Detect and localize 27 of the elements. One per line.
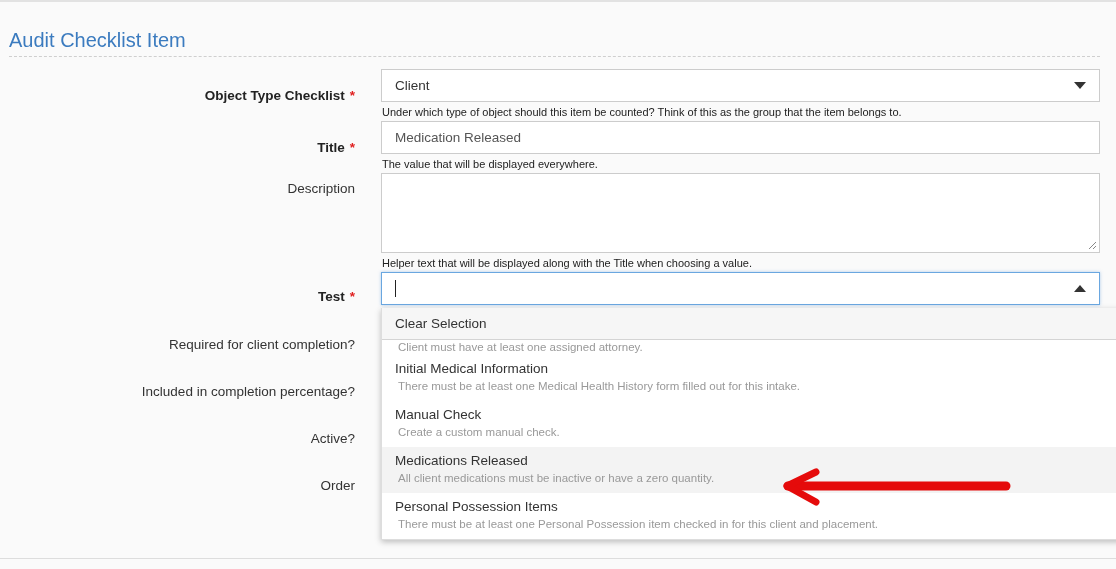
dropdown-option[interactable]: Manual Check Create a custom manual check. [382, 401, 1116, 447]
field-label: Order [320, 478, 355, 493]
required-asterisk: * [349, 87, 355, 103]
text-field[interactable]: Medication Released [381, 121, 1100, 154]
text-cursor [395, 280, 396, 297]
field-label: Active? [310, 431, 355, 446]
caret-down-icon [1074, 82, 1086, 89]
section-title: Audit Checklist Item [9, 29, 1100, 57]
field-label: Test [317, 289, 345, 304]
help-text: The value that will be displayed everywhere. [381, 157, 599, 172]
field-label: Object Type Checklist [204, 87, 345, 103]
required-asterisk: * [349, 139, 355, 155]
dropdown-option[interactable]: Medications Released All client medications must be inactive or have a zero quantity. [382, 447, 1116, 493]
dropdown-option[interactable]: Personal Possession Items There must be at least one Personal Possession item checked in for this client and placement. [382, 493, 1116, 539]
field-label: Description [287, 181, 355, 196]
caret-up-icon [1074, 285, 1086, 292]
description-field[interactable] [381, 173, 1100, 253]
select-field[interactable]: Client [381, 69, 1100, 102]
dropdown-option[interactable]: Initial Medical Information There must be at least one Medical Health History form filled out for this intake. [382, 355, 1116, 401]
field-label: Required for client completion? [168, 337, 355, 352]
help-text: Under which type of object should this item be counted? Think of this as the group that the item belongs to. [381, 105, 903, 120]
required-asterisk: * [349, 289, 355, 304]
resize-grip-icon[interactable] [1088, 241, 1097, 250]
field-label: Included in completion percentage? [141, 384, 355, 399]
field-label: Title [317, 139, 345, 155]
help-text: Helper text that will be displayed along with the Title when choosing a value. [381, 256, 753, 271]
clear-selection-option[interactable]: Clear Selection [382, 308, 1116, 340]
